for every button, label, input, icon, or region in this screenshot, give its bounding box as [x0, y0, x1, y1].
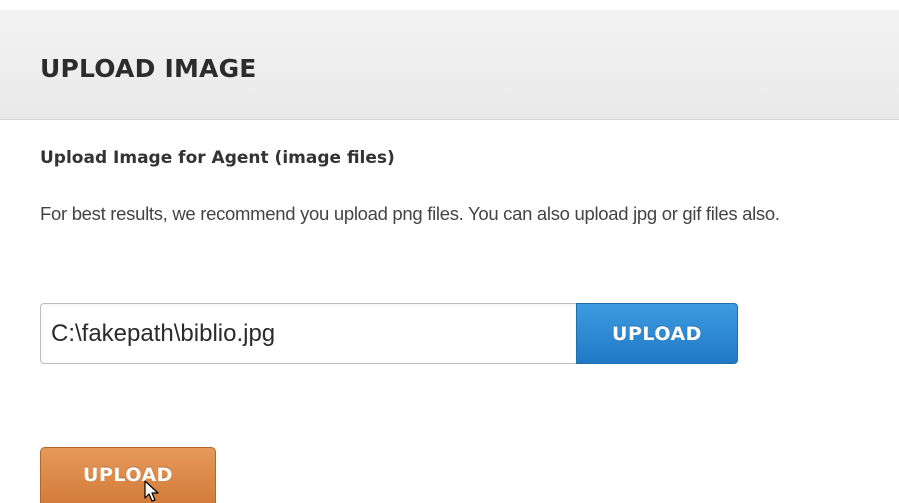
file-path-input[interactable]	[40, 303, 576, 364]
upload-help-text: For best results, we recommend you uploa…	[40, 203, 780, 224]
panel-header: UPLOAD IMAGE	[0, 10, 899, 120]
panel-title: UPLOAD IMAGE	[40, 54, 257, 83]
submit-upload-button[interactable]: UPLOAD	[40, 447, 216, 503]
upload-section-label: Upload Image for Agent (image files)	[40, 148, 395, 168]
file-input-group: UPLOAD	[40, 303, 738, 364]
file-upload-button[interactable]: UPLOAD	[576, 303, 738, 364]
